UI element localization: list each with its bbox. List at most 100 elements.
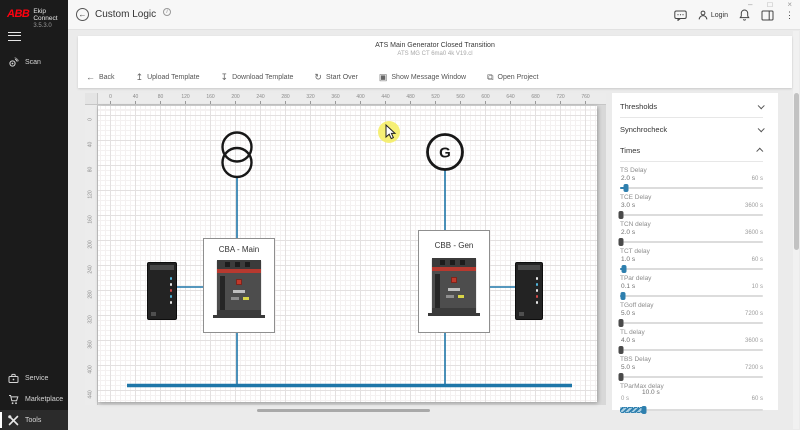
ruler-tick-label: 640 (498, 93, 523, 104)
single-line-diagram: G (98, 106, 597, 402)
toolbar-button[interactable]: ↻ Start Over (314, 73, 357, 82)
app-name: Ekip Connect (33, 8, 68, 23)
drawing-page[interactable]: G CBA - Main CBB - Gen (98, 106, 597, 402)
ruler-tick-label: 40 (123, 93, 148, 104)
time-slider: TCN delay 2.0 s 3600 s (620, 220, 763, 247)
slider-thumb[interactable] (642, 406, 647, 414)
kebab-menu-icon[interactable]: ⋮ (785, 9, 794, 21)
panel-toggle-icon[interactable] (761, 10, 774, 21)
toolbar-button-label: Show Message Window (391, 74, 466, 81)
ruler-tick-label: 400 (348, 93, 373, 104)
section-header[interactable]: Thresholds (620, 96, 763, 118)
time-slider: TCT delay 1.0 s 60 s (620, 247, 763, 274)
breaker-block-cba-main[interactable]: CBA - Main (203, 238, 275, 333)
slider-track[interactable] (620, 214, 763, 217)
ruler-tick-label: 760 (573, 93, 598, 104)
section-header[interactable]: Times (620, 140, 763, 162)
slider-thumb[interactable] (620, 292, 625, 300)
slider-label: TCE Delay (620, 194, 651, 201)
time-slider: TL delay 4.0 s 3600 s (620, 328, 763, 355)
toolbar-button-icon: ← (86, 73, 95, 82)
ruler-tick-label: 80 (148, 93, 173, 104)
toolbar-button-icon: ▣ (379, 73, 388, 82)
slider-thumb[interactable] (619, 373, 624, 381)
slider-thumb[interactable] (619, 319, 624, 327)
breaker-image (217, 260, 261, 316)
slider-value: 0.1 s (621, 283, 635, 290)
horizontal-scrollbar[interactable] (85, 408, 606, 412)
vertical-scrollbar[interactable] (793, 31, 799, 429)
slider-value: 4.0 s (621, 337, 635, 344)
toolbar-button-icon: ↧ (221, 73, 229, 82)
chat-icon[interactable] (674, 10, 687, 21)
bell-icon[interactable] (739, 9, 750, 21)
scan-icon (8, 57, 19, 68)
diagram-canvas: 0408012016020024028032036040044048052056… (85, 93, 606, 405)
breaker-label: CBA - Main (204, 245, 274, 254)
slider-thumb[interactable] (619, 211, 624, 219)
time-slider: TCE Delay 3.0 s 3600 s (620, 193, 763, 220)
relay-module-right[interactable] (515, 262, 543, 320)
slider-thumb[interactable] (622, 265, 627, 273)
login-button[interactable]: Login (698, 10, 728, 20)
toolbar-button[interactable]: ⧉ Open Project (487, 73, 538, 82)
slider-track[interactable] (620, 268, 763, 271)
slider-track[interactable] (620, 187, 763, 190)
chevron-icon (756, 148, 763, 155)
section-header[interactable]: Synchrocheck (620, 118, 763, 140)
slider-value: 1.0 s (621, 256, 635, 263)
scrollbar-thumb[interactable] (794, 93, 799, 250)
toolbar-button-label: Back (99, 74, 115, 81)
breaker-image (432, 258, 476, 314)
relay-module-left[interactable] (147, 262, 177, 320)
toolbar-button-label: Download Template (232, 74, 293, 81)
scrollbar-thumb[interactable] (257, 409, 430, 412)
slider-track[interactable] (620, 322, 763, 325)
breaker-block-cbb-gen[interactable]: CBB - Gen (418, 230, 490, 333)
tools-icon (8, 415, 19, 426)
sidebar-item-tools[interactable]: Tools (0, 410, 68, 430)
ruler-tick-label: 440 (373, 93, 398, 104)
cursor-highlight (378, 121, 400, 143)
slider-max: 3600 s (745, 230, 763, 236)
info-icon[interactable]: i (163, 8, 171, 16)
section-label: Thresholds (620, 102, 657, 111)
chevron-icon (758, 102, 765, 109)
sidebar-item-scan[interactable]: Scan (0, 52, 68, 72)
toolbar-button[interactable]: ▣ Show Message Window (379, 73, 466, 82)
ruler-tick-label: 560 (448, 93, 473, 104)
slider-thumb[interactable] (619, 346, 624, 354)
slider-value: 10.0 s (642, 389, 660, 396)
sidebar-item-marketplace[interactable]: Marketplace (0, 389, 68, 409)
sidebar-item-label: Marketplace (25, 396, 63, 403)
page-title: Custom Logic (95, 9, 156, 20)
slider-track[interactable] (620, 409, 763, 412)
slider-track[interactable] (620, 241, 763, 244)
time-slider: TPar delay 0.1 s 10 s (620, 274, 763, 301)
sidebar-item-label: Scan (25, 59, 41, 66)
slider-track[interactable] (620, 376, 763, 379)
slider-max: 10 s (752, 284, 763, 290)
toolbar: ← Back ↥ Upload Template ↧ Download Temp… (86, 73, 538, 82)
toolbar-button[interactable]: ↥ Upload Template (136, 73, 200, 82)
toolbar-button[interactable]: ← Back (86, 73, 115, 82)
slider-thumb[interactable] (623, 184, 628, 192)
ruler-tick-label: 240 (248, 93, 273, 104)
slider-track[interactable] (620, 349, 763, 352)
ruler-tick-label: 160 (198, 93, 223, 104)
ruler-tick-label: 360 (323, 93, 348, 104)
toolbar-button[interactable]: ↧ Download Template (221, 73, 294, 82)
ruler-corner (85, 93, 98, 105)
abb-logo: ABB (7, 8, 29, 20)
slider-track[interactable] (620, 295, 763, 298)
toolbar-button-label: Upload Template (147, 74, 199, 81)
sidebar-item-service[interactable]: Service (0, 368, 68, 388)
back-button[interactable]: ← (76, 8, 89, 21)
menu-icon[interactable] (8, 32, 21, 41)
section-label: Times (620, 146, 640, 155)
login-label: Login (711, 12, 728, 19)
ruler-horizontal: 0408012016020024028032036040044048052056… (98, 93, 606, 105)
ruler-tick-label: 520 (423, 93, 448, 104)
ruler-vertical: 04080120160200240280320360400440 (85, 105, 98, 405)
slider-thumb[interactable] (619, 238, 624, 246)
